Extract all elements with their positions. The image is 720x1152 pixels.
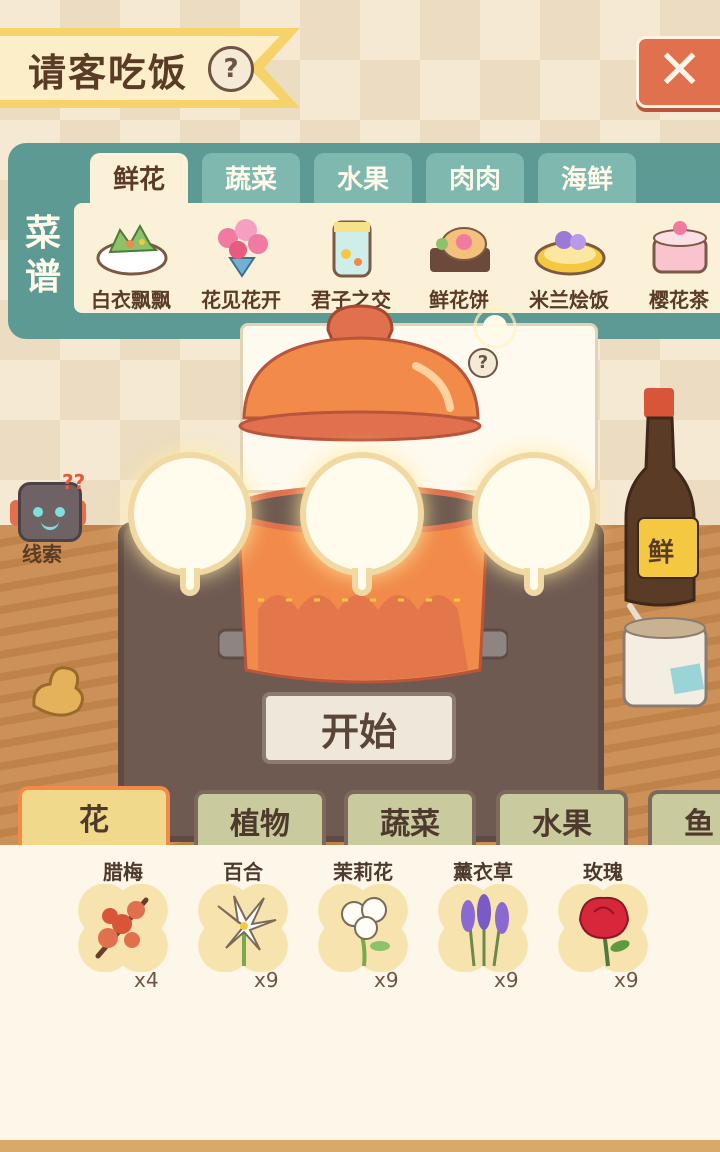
ingredient-item[interactable]: 百合 x9 — [196, 852, 296, 992]
ingredient-count: x9 — [374, 968, 399, 992]
flower-cake-icon — [430, 227, 490, 272]
ingredient-count: x9 — [494, 968, 519, 992]
ingredient-slot-1[interactable] — [128, 452, 252, 596]
recipe-name: 白衣飘飘 — [91, 288, 171, 312]
recipe-tab-fruit[interactable]: 水果 — [314, 153, 412, 203]
question-marks: ?? — [62, 470, 86, 494]
close-button[interactable]: ✕ — [636, 36, 720, 108]
recipe-label-char-2: 谱 — [24, 257, 61, 298]
recipe-item[interactable]: 花见花开 — [188, 210, 294, 312]
sauce-jar — [622, 603, 708, 708]
close-icon: ✕ — [657, 38, 703, 101]
soy-sauce-bottle — [624, 388, 699, 607]
ingredient-name: 茉莉花 — [333, 860, 393, 884]
ingredient-item[interactable]: 腊梅 x4 — [76, 852, 176, 992]
clue-button[interactable]: ?? 线索 — [10, 470, 90, 570]
ingredient-item[interactable]: 玫瑰 x9 — [556, 852, 656, 992]
recipe-name: 米兰烩饭 — [529, 288, 609, 312]
ingredient-tab-fruit[interactable]: 水果 — [496, 790, 628, 852]
ingredient-count: x9 — [614, 968, 639, 992]
recipe-item[interactable]: 鲜花饼 — [406, 210, 512, 312]
ingredient-tab-vegetable[interactable]: 蔬菜 — [344, 790, 476, 852]
recipe-side-label: 菜 谱 — [22, 212, 64, 300]
recipe-name: 樱花茶 — [649, 288, 709, 312]
recipe-tab-seafood[interactable]: 海鲜 — [538, 153, 636, 203]
start-button[interactable]: 开始 — [262, 692, 456, 764]
clue-label: 线索 — [22, 542, 62, 566]
jar-drink-icon — [332, 220, 372, 278]
ingredient-tab-plant[interactable]: 植物 — [194, 790, 326, 852]
sakura-tea-icon — [652, 221, 708, 274]
ingredient-count: x9 — [254, 968, 279, 992]
ingredient-item[interactable]: 薰衣草 x9 — [436, 852, 536, 992]
ingredient-count: x4 — [134, 968, 159, 992]
bottom-border — [0, 1140, 720, 1152]
ingredient-name: 腊梅 — [103, 860, 143, 884]
ingredient-name: 玫瑰 — [583, 860, 623, 884]
flower-bouquet-icon — [218, 219, 268, 278]
lily-icon — [217, 895, 277, 966]
ingredient-slot-2[interactable] — [300, 452, 424, 596]
page-title: 请客吃饭 — [28, 51, 189, 95]
recipe-tab-vegetable[interactable]: 蔬菜 — [202, 153, 300, 203]
help-button[interactable]: ? — [208, 46, 254, 92]
risotto-icon — [534, 231, 606, 276]
rose-icon — [578, 896, 630, 967]
ingredient-tab-fish[interactable]: 鱼 — [648, 790, 720, 852]
ingredient-tab-flower[interactable]: 花 — [18, 786, 170, 848]
recipe-label-char-1: 菜 — [24, 213, 61, 254]
ingredient-slot-3[interactable] — [472, 452, 596, 596]
recipe-item[interactable]: 君子之交 — [298, 210, 404, 312]
ingredient-name: 百合 — [223, 860, 263, 884]
wintersweet-icon — [95, 897, 149, 959]
ingredient-name: 薰衣草 — [453, 860, 513, 884]
lavender-icon — [461, 894, 509, 967]
recipe-item[interactable]: 白衣飘飘 — [78, 210, 184, 312]
jasmine-icon — [341, 897, 390, 967]
recipe-tab-meat[interactable]: 肉肉 — [426, 153, 524, 203]
bottle-label: 鲜 — [648, 538, 675, 568]
recipe-item[interactable]: 米兰烩饭 — [516, 210, 622, 312]
recipe-tab-flower[interactable]: 鲜花 — [90, 153, 188, 203]
pot-lid — [238, 304, 482, 442]
recipe-item[interactable]: 樱花茶 — [626, 210, 720, 312]
ingredient-item[interactable]: 茉莉花 x9 — [316, 852, 416, 992]
ginger-icon — [32, 666, 84, 717]
salad-dish-icon — [96, 223, 168, 276]
